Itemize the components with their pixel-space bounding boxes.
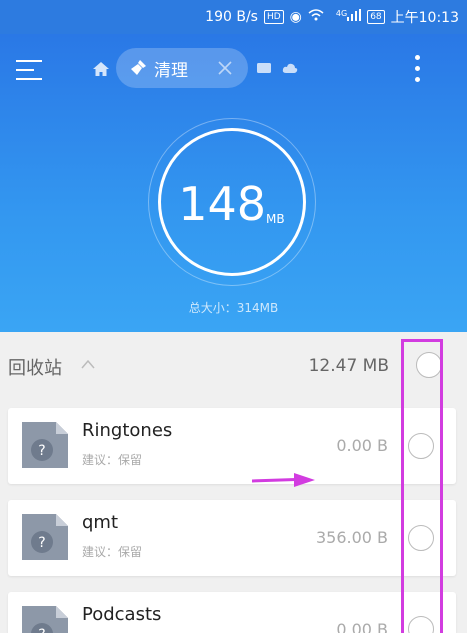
battery-icon: 68 [367,10,385,24]
wifi-icon [308,9,324,25]
unknown-file-icon: ? [22,422,68,468]
close-icon[interactable] [214,57,236,79]
svg-text:?: ? [38,535,45,551]
item-size: 356.00 B [315,528,388,547]
recycle-bin-size: 12.47 MB [308,356,389,376]
list-item[interactable]: ? qmt 建议：保留 356.00 B [8,500,456,576]
svg-text:?: ? [38,443,45,459]
total-size-label: 总大小：314MB [188,301,279,315]
item-name: Ringtones [82,420,173,441]
annotation-arrow-icon [252,473,315,487]
item-suggestion: 建议：保留 [82,545,143,559]
tab-clean[interactable]: 清理 [116,48,248,88]
item-size: 0.00 B [336,620,388,633]
item-name: Podcasts [82,604,162,625]
eye-icon: ◉ [289,9,302,25]
annotation-highlight-box [401,339,443,633]
network-type: 4G [335,9,348,18]
list-item[interactable]: ? Ringtones 建议：保留 0.00 B [8,408,456,484]
hd-badge: HD [263,10,284,24]
list-item[interactable]: ? Podcasts 0.00 B [8,592,456,633]
unknown-file-icon: ? [22,606,68,633]
clock: 上午10:13 [390,10,459,26]
tab-clean-label: 清理 [154,60,188,81]
status-bar: 190 B/s HD ◉ 4G 68 上午10:13 [0,0,467,34]
recycle-bin-title: 回收站 [8,358,62,379]
svg-text:?: ? [38,627,45,633]
chevron-up-icon[interactable] [80,358,96,370]
home-icon[interactable] [92,61,110,77]
message-icon[interactable] [256,62,272,75]
network-speed: 190 B/s [205,9,258,25]
recycle-bin-header[interactable]: 回收站 12.47 MB [0,332,467,398]
unknown-file-icon: ? [22,514,68,560]
item-size: 0.00 B [336,436,388,455]
cleanable-size: 148 [178,177,266,231]
cleanable-unit: MB [266,212,285,226]
broom-icon [131,60,146,75]
signal-icon: 4G [330,9,362,25]
item-suggestion: 建议：保留 [82,453,143,467]
more-options-icon[interactable] [408,54,428,84]
item-name: qmt [82,512,119,533]
cloud-icon[interactable] [282,62,298,75]
menu-icon[interactable] [16,58,44,82]
